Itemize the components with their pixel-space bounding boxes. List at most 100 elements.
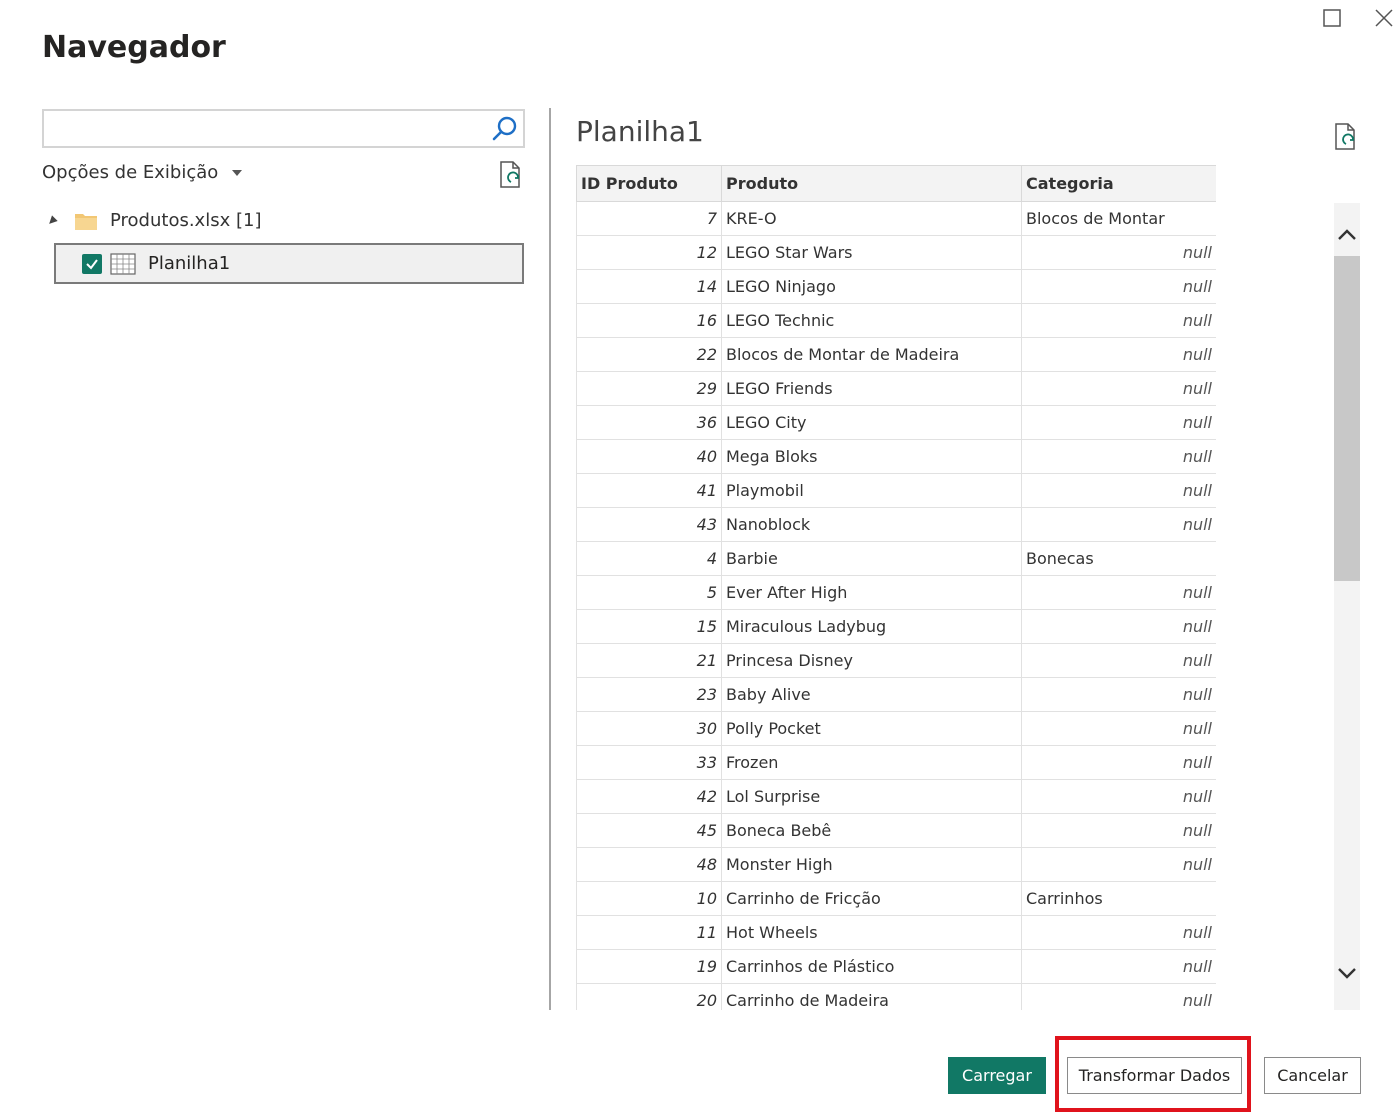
table-icon xyxy=(110,252,136,275)
cell-category: null xyxy=(1021,847,1216,882)
cell-product: LEGO Technic xyxy=(721,303,1022,338)
table-row[interactable]: 30 Polly Pocket null xyxy=(576,711,1216,746)
cell-product: Frozen xyxy=(721,745,1022,780)
cell-product: LEGO City xyxy=(721,405,1022,440)
cell-id: 29 xyxy=(576,371,722,406)
tree-item-file[interactable]: Produtos.xlsx [1] xyxy=(46,210,261,231)
check-icon xyxy=(86,258,98,270)
search-box[interactable] xyxy=(42,109,525,148)
cell-id: 10 xyxy=(576,881,722,916)
cell-product: Ever After High xyxy=(721,575,1022,610)
cell-product: Blocos de Montar de Madeira xyxy=(721,337,1022,372)
scrollbar-thumb[interactable] xyxy=(1334,256,1360,581)
scroll-up-icon[interactable] xyxy=(1336,224,1358,246)
cell-category: null xyxy=(1021,609,1216,644)
cell-category: null xyxy=(1021,575,1216,610)
cell-product: LEGO Star Wars xyxy=(721,235,1022,270)
cell-id: 30 xyxy=(576,711,722,746)
column-header-product[interactable]: Produto xyxy=(721,165,1022,202)
table-row[interactable]: 4 Barbie Bonecas xyxy=(576,541,1216,576)
refresh-preview-icon[interactable] xyxy=(1332,122,1360,152)
scroll-down-icon[interactable] xyxy=(1336,962,1358,984)
cell-category: null xyxy=(1021,779,1216,814)
search-input[interactable] xyxy=(50,115,480,142)
cell-id: 7 xyxy=(576,201,722,236)
cell-id: 41 xyxy=(576,473,722,508)
table-row[interactable]: 11 Hot Wheels null xyxy=(576,915,1216,950)
table-row[interactable]: 22 Blocos de Montar de Madeira null xyxy=(576,337,1216,372)
close-button[interactable] xyxy=(1372,6,1396,30)
cell-id: 5 xyxy=(576,575,722,610)
cell-id: 48 xyxy=(576,847,722,882)
cell-product: KRE-O xyxy=(721,201,1022,236)
folder-icon xyxy=(75,213,97,230)
cell-product: LEGO Ninjago xyxy=(721,269,1022,304)
cell-id: 11 xyxy=(576,915,722,950)
cell-category: null xyxy=(1021,507,1216,542)
cell-product: Monster High xyxy=(721,847,1022,882)
cell-product: Carrinho de Madeira xyxy=(721,983,1022,1010)
table-row[interactable]: 7 KRE-O Blocos de Montar xyxy=(576,201,1216,236)
cell-product: Baby Alive xyxy=(721,677,1022,712)
cell-category: null xyxy=(1021,303,1216,338)
transform-data-button[interactable]: Transformar Dados xyxy=(1067,1057,1242,1094)
column-header-id[interactable]: ID Produto xyxy=(576,165,722,202)
cell-product: Boneca Bebê xyxy=(721,813,1022,848)
cell-id: 21 xyxy=(576,643,722,678)
table-row[interactable]: 41 Playmobil null xyxy=(576,473,1216,508)
cell-id: 42 xyxy=(576,779,722,814)
cell-category: null xyxy=(1021,711,1216,746)
search-icon[interactable] xyxy=(491,115,519,143)
table-row[interactable]: 12 LEGO Star Wars null xyxy=(576,235,1216,270)
table-row[interactable]: 23 Baby Alive null xyxy=(576,677,1216,712)
preview-table-container: ID Produto Produto Categoria 7 KRE-O Bloco… xyxy=(576,165,1216,1010)
table-row[interactable]: 10 Carrinho de Fricção Carrinhos xyxy=(576,881,1216,916)
cell-category: null xyxy=(1021,949,1216,984)
cell-category: Blocos de Montar xyxy=(1021,201,1216,236)
vertical-scrollbar[interactable] xyxy=(1334,203,1360,1010)
column-header-category[interactable]: Categoria xyxy=(1021,165,1216,202)
cell-category: null xyxy=(1021,643,1216,678)
table-row[interactable]: 5 Ever After High null xyxy=(576,575,1216,610)
maximize-button[interactable] xyxy=(1320,6,1344,30)
cell-product: Barbie xyxy=(721,541,1022,576)
table-header-row: ID Produto Produto Categoria xyxy=(576,165,1216,202)
table-row[interactable]: 42 Lol Surprise null xyxy=(576,779,1216,814)
table-row[interactable]: 14 LEGO Ninjago null xyxy=(576,269,1216,304)
cell-id: 4 xyxy=(576,541,722,576)
table-row[interactable]: 33 Frozen null xyxy=(576,745,1216,780)
cell-category: null xyxy=(1021,983,1216,1010)
preview-table: ID Produto Produto Categoria 7 KRE-O Bloco… xyxy=(576,165,1216,1010)
cell-id: 40 xyxy=(576,439,722,474)
cell-product: Polly Pocket xyxy=(721,711,1022,746)
cell-category: null xyxy=(1021,745,1216,780)
load-button[interactable]: Carregar xyxy=(948,1057,1046,1094)
cell-id: 43 xyxy=(576,507,722,542)
expand-arrow-icon[interactable] xyxy=(46,214,58,227)
table-row[interactable]: 36 LEGO City null xyxy=(576,405,1216,440)
table-row[interactable]: 48 Monster High null xyxy=(576,847,1216,882)
cell-category: null xyxy=(1021,473,1216,508)
cell-id: 23 xyxy=(576,677,722,712)
panel-divider[interactable] xyxy=(549,108,551,1010)
table-row[interactable]: 43 Nanoblock null xyxy=(576,507,1216,542)
cell-id: 20 xyxy=(576,983,722,1010)
table-row[interactable]: 16 LEGO Technic null xyxy=(576,303,1216,338)
cell-category: Bonecas xyxy=(1021,541,1216,576)
cell-id: 12 xyxy=(576,235,722,270)
cancel-button[interactable]: Cancelar xyxy=(1264,1057,1361,1094)
table-row[interactable]: 19 Carrinhos de Plástico null xyxy=(576,949,1216,984)
refresh-icon[interactable] xyxy=(497,160,525,190)
view-options-dropdown[interactable]: Opções de Exibição xyxy=(42,162,243,183)
table-row[interactable]: 40 Mega Bloks null xyxy=(576,439,1216,474)
cell-id: 33 xyxy=(576,745,722,780)
cell-product: Carrinhos de Plástico xyxy=(721,949,1022,984)
table-row[interactable]: 21 Princesa Disney null xyxy=(576,643,1216,678)
table-row[interactable]: 45 Boneca Bebê null xyxy=(576,813,1216,848)
table-row[interactable]: 20 Carrinho de Madeira null xyxy=(576,983,1216,1010)
table-row[interactable]: 29 LEGO Friends null xyxy=(576,371,1216,406)
table-row[interactable]: 15 Miraculous Ladybug null xyxy=(576,609,1216,644)
sheet-checkbox[interactable] xyxy=(82,253,102,274)
tree-item-sheet[interactable]: Planilha1 xyxy=(54,243,524,284)
cell-category: null xyxy=(1021,235,1216,270)
